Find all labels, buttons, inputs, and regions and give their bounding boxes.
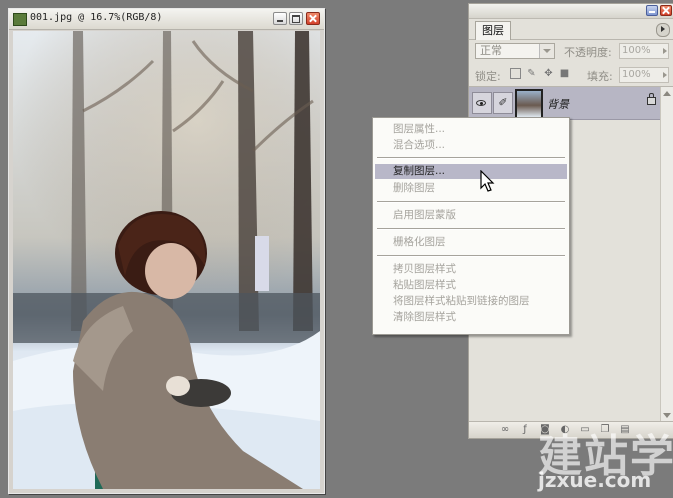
document-titlebar[interactable]: 001.jpg @ 16.7%(RGB/8) (9, 9, 324, 30)
scroll-up-arrow-icon[interactable] (663, 91, 671, 96)
lock-label: 锁定: (475, 70, 501, 83)
layer-name[interactable]: 背景 (547, 96, 569, 112)
layer-context-menu: 图层属性... 混合选项... 复制图层... 删除图层 启用图层蒙版 栅格化图… (372, 117, 570, 335)
blend-mode-select[interactable]: 正常 (475, 43, 555, 59)
menu-separator (377, 157, 565, 159)
menu-item-delete-layer[interactable]: 删除图层 (375, 181, 567, 196)
menu-item-clear-layer-style[interactable]: 清除图层样式 (375, 310, 567, 325)
opacity-value: 100% (622, 45, 651, 56)
photo-canvas[interactable] (13, 31, 320, 489)
blend-opacity-row: 正常 不透明度: 100% (469, 41, 673, 63)
close-button[interactable] (306, 12, 320, 25)
panel-minimize-button[interactable] (646, 5, 658, 16)
lock-position-move-icon[interactable]: ✥ (543, 68, 554, 79)
photo-image (13, 31, 320, 489)
opacity-input[interactable]: 100% (619, 43, 669, 59)
tab-layers[interactable]: 图层 (475, 21, 511, 40)
fill-input[interactable]: 100% (619, 67, 669, 83)
menu-item-blending-options[interactable]: 混合选项... (375, 138, 567, 153)
menu-item-enable-layer-mask[interactable]: 启用图层蒙版 (375, 208, 567, 223)
layer-style-icon[interactable]: ƒ (519, 424, 531, 435)
panel-menu-icon[interactable] (656, 23, 670, 37)
brush-icon[interactable]: ✐ (493, 92, 513, 114)
opacity-slider-arrow-icon (663, 48, 667, 54)
fill-label: 填充: (587, 70, 613, 83)
panel-close-button[interactable] (660, 5, 672, 16)
fill-slider-arrow-icon (663, 72, 667, 78)
lock-transparent-icon[interactable] (510, 68, 521, 79)
mouse-cursor-icon (480, 170, 495, 192)
menu-separator (377, 255, 565, 257)
minimize-button[interactable] (273, 12, 287, 25)
fill-value: 100% (622, 69, 651, 80)
panel-tabs: 图层 (469, 19, 673, 40)
lock-image-brush-icon[interactable]: ✎ (526, 68, 537, 79)
lock-icon (647, 93, 656, 105)
layer-thumbnail[interactable] (515, 89, 543, 119)
lock-all-padlock-icon[interactable]: ■ (559, 68, 570, 79)
menu-separator (377, 228, 565, 230)
eye-visibility-icon[interactable] (472, 92, 492, 114)
scroll-down-arrow-icon[interactable] (663, 413, 671, 418)
menu-item-paste-layer-style[interactable]: 粘贴图层样式 (375, 278, 567, 293)
panel-titlebar[interactable] (469, 4, 673, 19)
opacity-label: 不透明度: (564, 46, 612, 59)
chevron-down-icon (539, 44, 554, 58)
menu-item-duplicate-layer[interactable]: 复制图层... (375, 164, 567, 179)
maximize-button[interactable] (289, 12, 303, 25)
blend-mode-value: 正常 (480, 44, 502, 57)
document-window: 001.jpg @ 16.7%(RGB/8) (8, 8, 325, 494)
document-title: 001.jpg @ 16.7%(RGB/8) (30, 12, 163, 23)
menu-item-layer-properties[interactable]: 图层属性... (375, 122, 567, 137)
menu-item-rasterize-layer[interactable]: 栅格化图层 (375, 235, 567, 250)
menu-item-paste-style-to-linked[interactable]: 将图层样式粘贴到链接的图层 (375, 294, 567, 309)
menu-item-copy-layer-style[interactable]: 拷贝图层样式 (375, 262, 567, 277)
link-layers-icon[interactable]: ∞ (499, 424, 511, 435)
document-icon (13, 13, 27, 26)
watermark-url: jzxue.com (538, 468, 652, 492)
layer-row-background[interactable]: ✐ 背景 (469, 87, 660, 120)
lock-fill-row: 锁定: ✎ ✥ ■ 填充: 100% (469, 64, 673, 87)
layers-scrollbar[interactable] (660, 87, 673, 422)
menu-separator (377, 201, 565, 203)
